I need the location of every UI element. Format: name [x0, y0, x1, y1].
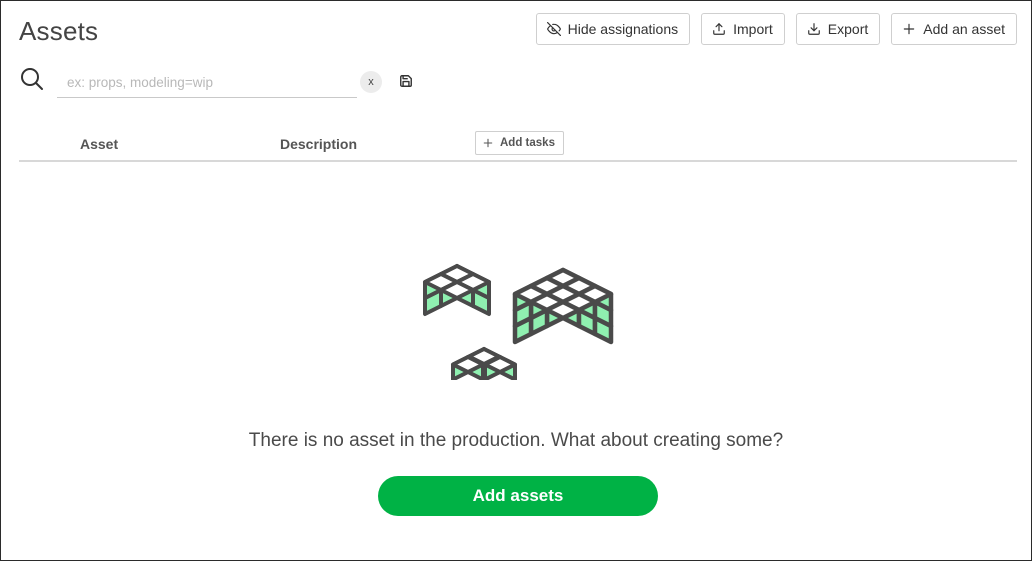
table-header: Asset Description Add tasks	[19, 128, 1017, 162]
plus-icon	[904, 23, 915, 35]
cubes-illustration	[423, 264, 614, 380]
import-button[interactable]: Import	[701, 13, 785, 45]
hide-assignations-button[interactable]: Hide assignations	[535, 13, 691, 45]
clear-search-button[interactable]: x	[360, 71, 382, 93]
page-title: Assets	[19, 16, 99, 46]
plus-icon	[483, 138, 493, 148]
download-icon	[807, 23, 820, 35]
add-assets-button[interactable]: Add assets	[378, 476, 658, 516]
column-header-description[interactable]: Description	[280, 136, 357, 152]
export-button[interactable]: Export	[795, 13, 881, 45]
save-icon[interactable]	[399, 74, 413, 88]
hide-assignations-label: Hide assignations	[567, 21, 679, 37]
search-icon[interactable]	[20, 67, 44, 91]
eye-off-icon	[546, 22, 561, 36]
toolbar: Hide assignations Import Export Add an a…	[535, 13, 1017, 45]
add-asset-label: Add an asset	[923, 21, 1005, 37]
column-header-asset[interactable]: Asset	[80, 136, 118, 152]
empty-state-message: There is no asset in the production. Wha…	[248, 430, 784, 451]
search-input[interactable]	[57, 68, 357, 98]
add-asset-button[interactable]: Add an asset	[891, 13, 1017, 45]
add-tasks-button[interactable]: Add tasks	[475, 131, 564, 155]
add-tasks-label: Add tasks	[500, 137, 555, 149]
upload-icon	[713, 23, 725, 35]
export-label: Export	[827, 21, 869, 37]
import-label: Import	[733, 21, 773, 37]
